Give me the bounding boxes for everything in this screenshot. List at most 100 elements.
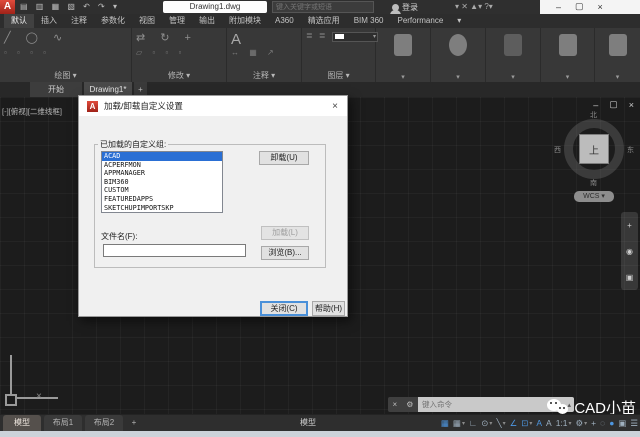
pan-icon[interactable]: + bbox=[627, 221, 632, 230]
command-close-icon[interactable]: × bbox=[393, 400, 398, 409]
file-tab-start[interactable]: 开始 bbox=[30, 82, 82, 97]
tab-a360[interactable]: A360 bbox=[268, 14, 301, 28]
object-snap-tracking-icon[interactable]: ∠ bbox=[510, 418, 518, 429]
hardware-acceleration-icon[interactable]: ● bbox=[609, 418, 614, 428]
list-item[interactable]: ACAD bbox=[102, 152, 222, 161]
search-input[interactable] bbox=[272, 1, 374, 13]
layout-tab-layout2[interactable]: 布局2 bbox=[85, 415, 123, 431]
chevron-down-icon[interactable]: ▾ bbox=[529, 420, 532, 427]
panel-modify-label[interactable]: 修改 ▾ bbox=[132, 70, 226, 81]
layout-tab-layout1[interactable]: 布局1 bbox=[44, 415, 82, 431]
customize-menu-icon[interactable]: ☰ bbox=[630, 418, 638, 429]
chevron-down-icon[interactable]: ▾ bbox=[431, 73, 485, 81]
minimize-button[interactable]: – bbox=[556, 2, 561, 12]
drawing-restore-button[interactable]: ▢ bbox=[609, 99, 618, 110]
panel-layers-label[interactable]: 图层 ▾ bbox=[302, 70, 375, 81]
maximize-button[interactable]: ▢ bbox=[575, 1, 584, 12]
titlebar-icons[interactable]: ▾ ✕ ▲▾ ?▾ bbox=[455, 2, 493, 11]
viewcube-west-label[interactable]: 西 bbox=[554, 145, 561, 155]
isodraft-icon[interactable]: ╲ bbox=[496, 418, 501, 429]
tab-manage[interactable]: 管理 bbox=[162, 14, 192, 28]
list-item[interactable]: FEATUREDAPPS bbox=[102, 195, 222, 204]
chevron-down-icon[interactable]: ▾ bbox=[584, 420, 587, 427]
panel-groups[interactable]: ▾ bbox=[486, 28, 541, 82]
annotation-visibility-icon[interactable]: A bbox=[536, 418, 542, 428]
viewcube-top-face[interactable]: 上 bbox=[579, 134, 609, 164]
ribbon-display-toggle-icon[interactable]: ▾ bbox=[450, 14, 468, 28]
list-item[interactable]: CUSTOM bbox=[102, 186, 222, 195]
viewcube-south-label[interactable]: 南 bbox=[590, 178, 597, 188]
layout-tab-model[interactable]: 模型 bbox=[3, 415, 41, 431]
viewcube-east-label[interactable]: 东 bbox=[627, 145, 634, 155]
modify-tool-grid-icons[interactable]: ▱ ▫ ▫ ▫ bbox=[136, 48, 185, 57]
tab-performance[interactable]: Performance bbox=[390, 14, 450, 28]
panel-annotate-label[interactable]: 注释 ▾ bbox=[227, 70, 301, 81]
file-name-input[interactable] bbox=[103, 244, 246, 257]
command-customize-icon[interactable]: ⚙ bbox=[406, 400, 413, 409]
isolate-objects-icon[interactable]: ◌ bbox=[600, 418, 605, 428]
annotate-tool-icons[interactable]: ↔ ▦ ↗ bbox=[231, 48, 278, 57]
chevron-down-icon[interactable]: ▾ bbox=[503, 420, 506, 427]
unload-button[interactable]: 卸载(U) bbox=[259, 151, 309, 165]
snap-icon[interactable]: ▦ bbox=[453, 418, 461, 429]
grid-icon[interactable]: ▦ bbox=[441, 418, 449, 429]
browse-button[interactable]: 浏览(B)... bbox=[261, 246, 309, 260]
orbit-icon[interactable]: ▣ bbox=[626, 273, 634, 282]
drawing-minimize-button[interactable]: – bbox=[593, 100, 598, 110]
polar-tracking-icon[interactable]: ⊙ bbox=[481, 418, 488, 429]
navigation-bar[interactable]: + ◉ ▣ bbox=[621, 212, 638, 290]
dialog-title-bar[interactable]: A 加载/卸载自定义设置 × bbox=[79, 96, 347, 116]
tab-view[interactable]: 视图 bbox=[132, 14, 162, 28]
annotation-monitor-icon[interactable]: + bbox=[591, 418, 596, 428]
tab-output[interactable]: 输出 bbox=[192, 14, 222, 28]
list-item[interactable]: ACPERFMON bbox=[102, 161, 222, 170]
viewcube[interactable]: 上 北 南 西 东 bbox=[554, 112, 634, 187]
panel-clipboard[interactable]: ▾ bbox=[595, 28, 640, 82]
dialog-close-icon[interactable]: × bbox=[323, 101, 347, 112]
annotation-scale-value[interactable]: 1:1 bbox=[556, 418, 568, 428]
auto-scale-icon[interactable]: A bbox=[546, 418, 552, 428]
layer-dropdown[interactable]: ▾ bbox=[332, 32, 378, 42]
sign-in-button[interactable]: 登录 bbox=[390, 2, 418, 15]
autocad-logo-icon[interactable]: A bbox=[0, 0, 15, 14]
zoom-icon[interactable]: ◉ bbox=[626, 247, 633, 256]
tab-insert[interactable]: 插入 bbox=[34, 14, 64, 28]
close-dialog-button[interactable]: 关闭(C) bbox=[260, 301, 308, 316]
panel-utilities[interactable]: ▾ bbox=[541, 28, 595, 82]
add-layout-button[interactable]: + bbox=[127, 415, 141, 431]
ortho-icon[interactable]: ∟ bbox=[469, 418, 477, 428]
chevron-down-icon[interactable]: ▾ bbox=[462, 420, 465, 427]
customization-groups-list[interactable]: ACAD ACPERFMON APPMANAGER BIM360 CUSTOM … bbox=[101, 151, 223, 213]
object-snap-icon[interactable]: ⊡ bbox=[521, 418, 528, 429]
draw-tool-icons[interactable]: ╱ ◯ ∿ bbox=[4, 31, 68, 44]
close-button[interactable]: × bbox=[598, 2, 603, 12]
panel-properties[interactable]: ▾ bbox=[431, 28, 486, 82]
help-button[interactable]: 帮助(H) bbox=[312, 301, 345, 316]
draw-tool-grid-icons[interactable]: ▫ ▫ ▫ ▫ bbox=[4, 48, 50, 57]
panel-block[interactable]: ▾ bbox=[376, 28, 431, 82]
chevron-down-icon[interactable]: ▾ bbox=[541, 73, 594, 81]
model-space-toggle[interactable]: 模型 bbox=[300, 415, 316, 431]
tab-parametric[interactable]: 参数化 bbox=[94, 14, 132, 28]
chevron-down-icon[interactable]: ▾ bbox=[486, 73, 540, 81]
drawing-close-button[interactable]: × bbox=[629, 100, 634, 110]
wcs-dropdown[interactable]: WCS ▾ bbox=[574, 191, 614, 202]
viewcube-north-label[interactable]: 北 bbox=[590, 110, 597, 120]
modify-tool-icons[interactable]: ⇄ ↻ + bbox=[136, 31, 197, 44]
viewport-controls-label[interactable]: [-][俯视][二维线框] bbox=[2, 106, 62, 117]
chevron-down-icon[interactable]: ▾ bbox=[569, 420, 572, 427]
chevron-down-icon[interactable]: ▾ bbox=[489, 420, 492, 427]
quick-access-toolbar[interactable]: ▤ ▥ ▦ ▧ ↶ ↷ ▾ bbox=[20, 2, 120, 11]
workspace-gear-icon[interactable]: ⚙ bbox=[576, 418, 584, 429]
chevron-down-icon[interactable]: ▾ bbox=[376, 73, 430, 81]
panel-draw-label[interactable]: 绘图 ▾ bbox=[0, 70, 131, 81]
tab-annotate[interactable]: 注释 bbox=[64, 14, 94, 28]
text-tool-icon[interactable]: A bbox=[231, 31, 247, 48]
list-item[interactable]: SKETCHUPIMPORTSKP bbox=[102, 204, 222, 212]
list-item[interactable]: APPMANAGER bbox=[102, 169, 222, 178]
clean-screen-icon[interactable]: ▣ bbox=[618, 418, 626, 429]
tab-home[interactable]: 默认 bbox=[4, 14, 34, 28]
list-item[interactable]: BIM360 bbox=[102, 178, 222, 187]
tab-featured-apps[interactable]: 精选应用 bbox=[301, 14, 347, 28]
chevron-down-icon[interactable]: ▾ bbox=[595, 73, 640, 81]
